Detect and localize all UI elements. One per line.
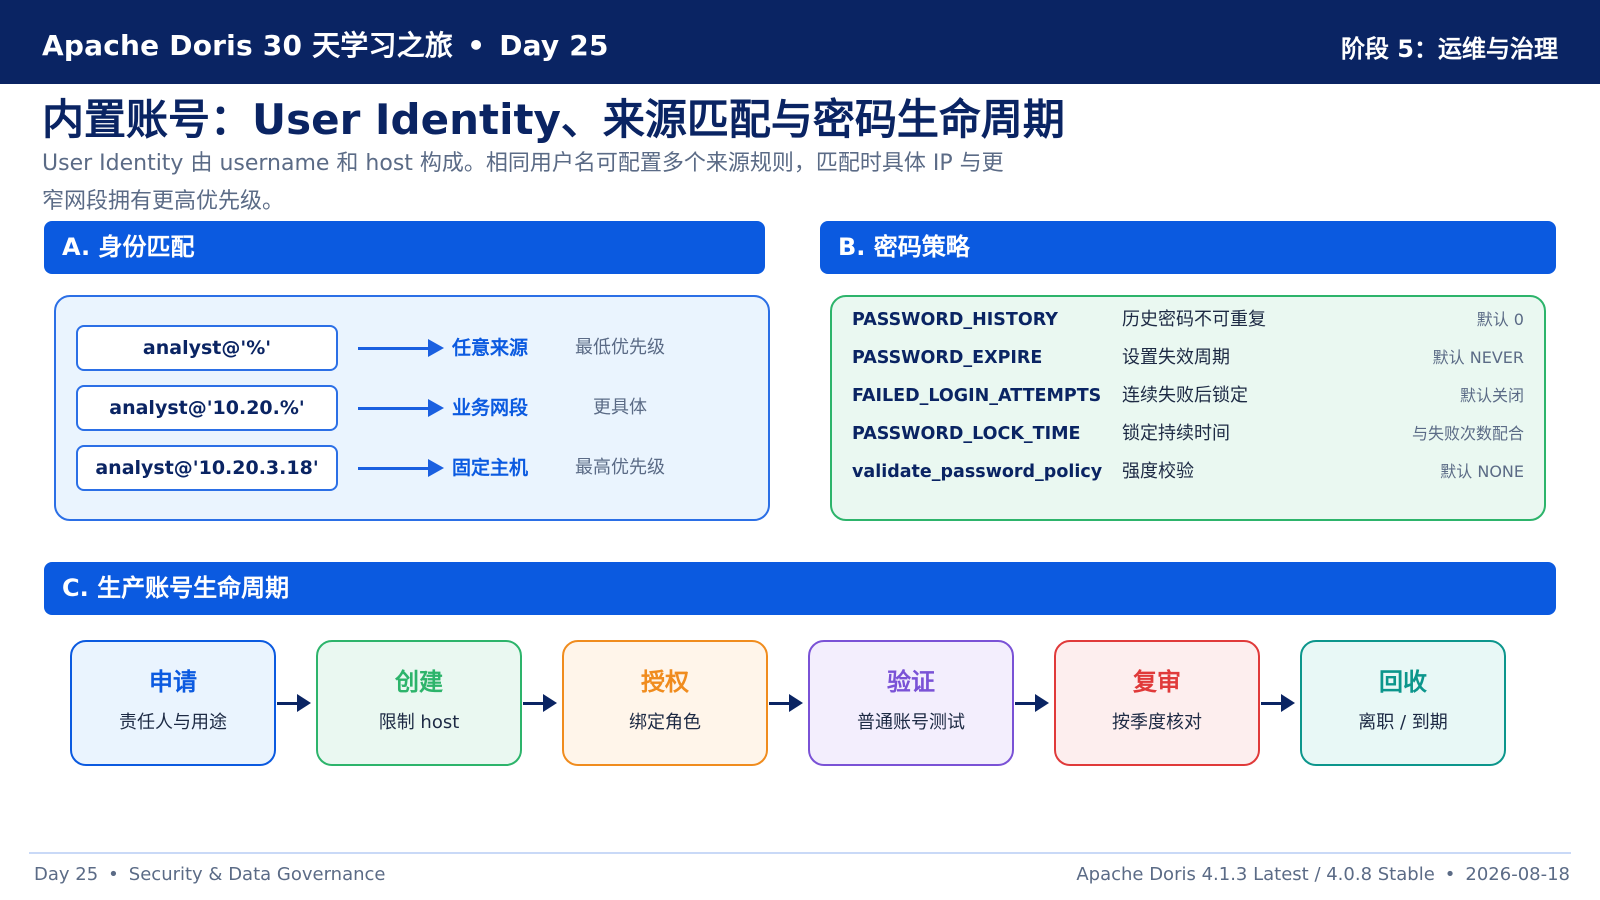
policy-key: PASSWORD_EXPIRE xyxy=(852,348,1043,368)
policy-row: PASSWORD_EXPIRE 设置失效周期 默认 NEVER xyxy=(852,343,1524,373)
section-a-heading: A. 身份匹配 xyxy=(44,221,765,274)
policy-row: PASSWORD_LOCK_TIME 锁定持续时间 与失败次数配合 xyxy=(852,419,1524,449)
lifecycle-step-revoke: 回收 离职 / 到期 xyxy=(1300,640,1506,766)
section-c-heading: C. 生产账号生命周期 xyxy=(44,562,1556,615)
identity-box: analyst@'10.20.3.18' xyxy=(76,445,338,491)
course-day: Day 25 xyxy=(499,29,609,62)
policy-desc: 连续失败后锁定 xyxy=(1122,385,1248,406)
step-desc: 普通账号测试 xyxy=(857,712,965,733)
footer-version: Apache Doris 4.1.3 Latest / 4.0.8 Stable xyxy=(1076,864,1435,885)
arrow-right-icon xyxy=(358,399,444,417)
step-name: 创建 xyxy=(395,668,443,696)
step-desc: 按季度核对 xyxy=(1112,712,1202,733)
policy-default: 与失败次数配合 xyxy=(1411,424,1524,443)
page-subtitle: User Identity 由 username 和 host 构成。相同用户名… xyxy=(42,151,1004,214)
course-name: Apache Doris 30 天学习之旅 xyxy=(42,29,454,62)
identity-source: 任意来源 xyxy=(452,337,529,359)
section-b-heading: B. 密码策略 xyxy=(820,221,1556,274)
step-name: 验证 xyxy=(887,668,935,696)
policy-desc: 设置失效周期 xyxy=(1122,347,1230,368)
identity-source: 固定主机 xyxy=(452,457,529,479)
identity-match-panel: analyst@'%' 任意来源 最低优先级 analyst@'10.20.%'… xyxy=(54,295,770,521)
identity-box: analyst@'%' xyxy=(76,325,338,371)
arrow-right-icon xyxy=(358,459,444,477)
step-desc: 责任人与用途 xyxy=(119,712,227,733)
footer-left: Day 25 • Security & Data Governance xyxy=(34,864,385,885)
identity-row: analyst@'%' 任意来源 最低优先级 xyxy=(76,325,756,371)
footer-separator: • xyxy=(1444,864,1456,885)
course-title: Apache Doris 30 天学习之旅 • Day 25 xyxy=(42,24,609,64)
stage-label: 阶段 5：运维与治理 xyxy=(1340,35,1558,63)
policy-default: 默认 NONE xyxy=(1440,462,1524,481)
identity-box: analyst@'10.20.%' xyxy=(76,385,338,431)
arrow-right-icon xyxy=(769,694,803,712)
identity-source: 业务网段 xyxy=(452,397,529,419)
identity-priority: 最高优先级 xyxy=(575,457,665,478)
lifecycle-step-apply: 申请 责任人与用途 xyxy=(70,640,276,766)
step-desc: 绑定角色 xyxy=(629,712,701,733)
step-name: 授权 xyxy=(641,668,689,696)
arrow-right-icon xyxy=(358,339,444,357)
arrow-right-icon xyxy=(1015,694,1049,712)
arrow-right-icon xyxy=(1261,694,1295,712)
lifecycle-step-review: 复审 按季度核对 xyxy=(1054,640,1260,766)
footer-date: 2026-08-18 xyxy=(1465,864,1570,885)
policy-desc: 锁定持续时间 xyxy=(1122,423,1230,444)
step-name: 复审 xyxy=(1133,668,1181,696)
policy-row: validate_password_policy 强度校验 默认 NONE xyxy=(852,457,1524,487)
header-separator: • xyxy=(467,29,486,62)
policy-default: 默认 NEVER xyxy=(1432,348,1524,367)
identity-row: analyst@'10.20.%' 业务网段 更具体 xyxy=(76,385,756,431)
footer-divider xyxy=(29,852,1571,854)
password-policy-panel: PASSWORD_HISTORY 历史密码不可重复 默认 0 PASSWORD_… xyxy=(830,295,1546,521)
footer-right: Apache Doris 4.1.3 Latest / 4.0.8 Stable… xyxy=(1076,864,1570,885)
identity-row: analyst@'10.20.3.18' 固定主机 最高优先级 xyxy=(76,445,756,491)
step-desc: 离职 / 到期 xyxy=(1358,712,1448,733)
policy-row: FAILED_LOGIN_ATTEMPTS 连续失败后锁定 默认关闭 xyxy=(852,381,1524,411)
header-bar: Apache Doris 30 天学习之旅 • Day 25 阶段 5：运维与治理 xyxy=(0,0,1600,84)
footer-day: Day 25 xyxy=(34,864,99,885)
policy-key: PASSWORD_LOCK_TIME xyxy=(852,424,1081,444)
policy-desc: 历史密码不可重复 xyxy=(1122,309,1266,330)
lifecycle-step-verify: 验证 普通账号测试 xyxy=(808,640,1014,766)
footer-topic: Security & Data Governance xyxy=(128,864,386,885)
identity-priority: 更具体 xyxy=(593,397,647,418)
lifecycle-step-create: 创建 限制 host xyxy=(316,640,522,766)
page-title: 内置账号：User Identity、来源匹配与密码生命周期 xyxy=(42,95,1065,144)
arrow-right-icon xyxy=(523,694,557,712)
footer-separator: • xyxy=(108,864,119,885)
policy-key: PASSWORD_HISTORY xyxy=(852,310,1058,330)
step-name: 申请 xyxy=(149,668,197,696)
arrow-right-icon xyxy=(277,694,311,712)
policy-desc: 强度校验 xyxy=(1122,461,1194,482)
lifecycle-step-grant: 授权 绑定角色 xyxy=(562,640,768,766)
step-name: 回收 xyxy=(1379,668,1427,696)
policy-key: validate_password_policy xyxy=(852,462,1103,482)
policy-row: PASSWORD_HISTORY 历史密码不可重复 默认 0 xyxy=(852,305,1524,335)
policy-default: 默认 0 xyxy=(1476,310,1524,329)
policy-key: FAILED_LOGIN_ATTEMPTS xyxy=(852,386,1102,406)
policy-default: 默认关闭 xyxy=(1459,386,1524,405)
identity-priority: 最低优先级 xyxy=(575,337,665,358)
step-desc: 限制 host xyxy=(378,712,460,733)
